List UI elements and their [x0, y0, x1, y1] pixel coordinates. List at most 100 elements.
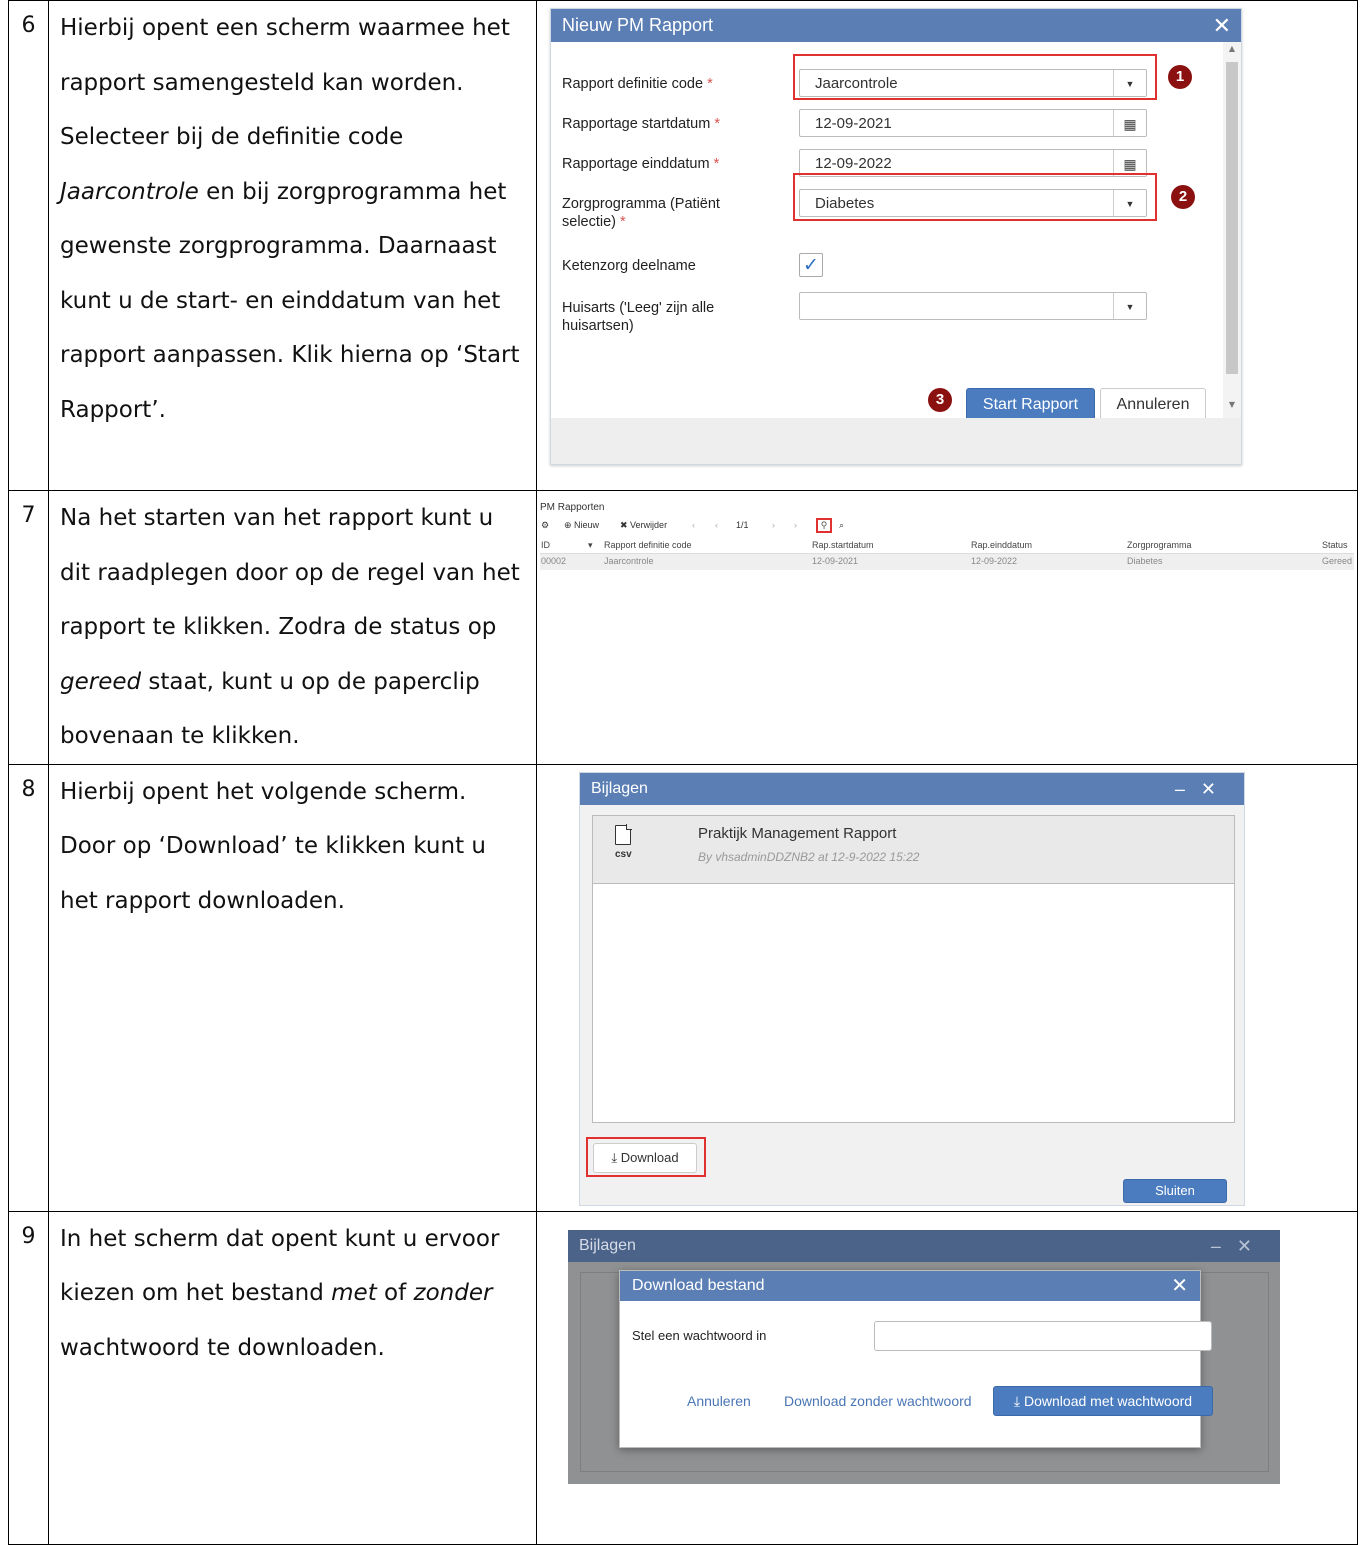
close-icon[interactable]: ✕: [1213, 9, 1231, 42]
download-overlay: Bijlagen –✕ Download bestand ✕ Stel een …: [568, 1229, 1280, 1484]
step-screenshot: Bijlagen –✕ csv Praktijk Management Rapp…: [536, 763, 1358, 1212]
chain-care-checkbox[interactable]: ✓: [799, 253, 823, 277]
calendar-icon[interactable]: ▦: [1113, 110, 1146, 136]
step-number: 6: [8, 0, 49, 491]
start-date-field[interactable]: 12-09-2021 ▦: [799, 109, 1147, 137]
instruction-table: 6 Hierbij opent een scherm waarmee het r…: [8, 0, 1358, 1545]
table-cell: Gereed: [1322, 556, 1353, 566]
cancel-link[interactable]: Annuleren: [687, 1393, 751, 1409]
scrollbar[interactable]: ▲ ▼: [1223, 42, 1241, 418]
step-number: 8: [8, 763, 49, 1212]
column-header[interactable]: Rap.einddatum: [971, 540, 1032, 550]
scroll-down-icon[interactable]: ▼: [1223, 400, 1241, 409]
download-without-password-link[interactable]: Download zonder wachtwoord: [784, 1393, 972, 1409]
table-cell: 12-09-2022: [971, 556, 1018, 566]
step-text-part: Na het starten van het rapport kunt u di…: [60, 505, 520, 640]
attachments-dialog: Bijlagen –✕ csv Praktijk Management Rapp…: [579, 771, 1245, 1206]
close-icon: ✕: [1236, 1235, 1268, 1256]
dialog-title: Download bestand: [632, 1276, 765, 1294]
password-label: Stel een wachtwoord in: [632, 1327, 767, 1343]
step-row-8: 8 Hierbij opent het volgende scherm. Doo…: [8, 763, 1358, 1212]
background-titlebar: Bijlagen –✕: [568, 1229, 1280, 1262]
new-label: Nieuw: [574, 520, 600, 530]
step-text: In het scherm dat opent kunt u ervoor ki…: [48, 1210, 537, 1545]
window-controls: –✕: [1175, 773, 1232, 805]
table-cell: 00002: [541, 556, 567, 566]
step-marker: 1: [1168, 65, 1192, 89]
delete-button[interactable]: ✖ Verwijder: [620, 520, 667, 531]
table-cell: Diabetes: [1127, 556, 1163, 566]
highlight-box: [586, 1136, 706, 1177]
download-with-password-label: Download met wachtwoord: [1024, 1392, 1193, 1409]
step-screenshot: Bijlagen –✕ Download bestand ✕ Stel een …: [536, 1210, 1358, 1545]
last-page-icon[interactable]: ›: [794, 520, 797, 530]
highlight-box: [793, 54, 1157, 100]
scrollbar-thumb[interactable]: [1226, 62, 1238, 374]
column-header[interactable]: Zorgprogramma: [1127, 540, 1192, 550]
scroll-up-icon[interactable]: ▲: [1223, 44, 1241, 53]
close-icon[interactable]: ✕: [1171, 1271, 1188, 1301]
minimize-icon: –: [1210, 1235, 1237, 1256]
step-row-7: 7 Na het starten van het rapport kunt u …: [8, 490, 1358, 765]
step-row-6: 6 Hierbij opent een scherm waarmee het r…: [8, 0, 1358, 491]
chevron-down-icon[interactable]: ▼: [1113, 293, 1146, 319]
table-row[interactable]: 00002 Jaarcontrole 12-09-2021 12-09-2022…: [540, 554, 1354, 570]
column-header[interactable]: Status: [1322, 540, 1348, 550]
dialog-titlebar: Download bestand ✕: [620, 1270, 1200, 1301]
step-number: 9: [8, 1210, 49, 1545]
refresh-icon[interactable]: ⚙: [541, 520, 549, 531]
new-pm-report-dialog: Nieuw PM Rapport ✕ Rapport definitie cod…: [550, 8, 1242, 465]
definition-code-label: Rapport definitie code *: [562, 76, 713, 92]
cancel-button[interactable]: Annuleren: [1100, 388, 1206, 422]
step-text: Hierbij opent het volgende scherm. Door …: [48, 763, 537, 1212]
file-icon: [615, 824, 632, 845]
previous-page-icon[interactable]: ‹: [715, 520, 718, 530]
dialog-title: Bijlagen: [591, 779, 648, 797]
column-header[interactable]: Rapport definitie code: [604, 540, 692, 550]
dialog-body: Rapport definitie code * Jaarcontrole ▼ R…: [551, 42, 1241, 432]
step-text-part: Hierbij opent een scherm waarmee het rap…: [60, 15, 510, 150]
start-date-label: Rapportage startdatum *: [562, 116, 720, 132]
first-page-icon[interactable]: ‹: [692, 520, 695, 530]
dialog-title: Nieuw PM Rapport: [562, 15, 714, 35]
attachment-item[interactable]: csv Praktijk Management Rapport By vhsad…: [593, 815, 1234, 884]
end-date-label: Rapportage einddatum *: [562, 156, 720, 172]
attachment-title: Praktijk Management Rapport: [698, 824, 897, 842]
minimize-icon[interactable]: –: [1175, 779, 1201, 799]
column-header[interactable]: ID: [541, 540, 550, 550]
attachments-list: csv Praktijk Management Rapport By vhsad…: [592, 814, 1235, 1123]
password-input[interactable]: [874, 1320, 1212, 1351]
start-report-button[interactable]: Start Rapport: [966, 388, 1095, 422]
new-button[interactable]: ⊕ Nieuw: [564, 520, 599, 531]
sort-icon[interactable]: ▾: [588, 540, 593, 551]
download-with-password-button[interactable]: ⤓ Download met wachtwoord: [993, 1385, 1213, 1416]
window-controls: –✕: [1211, 1230, 1268, 1262]
download-file-dialog: Download bestand ✕ Stel een wachtwoord i…: [619, 1269, 1213, 1448]
file-type-label: csv: [615, 848, 632, 860]
search-icon[interactable]: ⌕: [839, 520, 844, 531]
care-program-label: Zorgprogramma (Patiënt selectie) *: [562, 196, 720, 230]
step-text-emphasis: Jaarcontrole: [60, 178, 199, 205]
step-text: Na het starten van het rapport kunt u di…: [48, 490, 537, 765]
download-icon: ⤓: [1013, 1392, 1021, 1409]
table-cell: Jaarcontrole: [604, 556, 654, 566]
gp-label: Huisarts ('Leeg' zijn alle huisartsen): [562, 300, 715, 334]
table-header: ID ▾ Rapport definitie code Rap.startdat…: [540, 538, 1354, 554]
step-marker: 3: [928, 388, 952, 412]
step-text: Hierbij opent een scherm waarmee het rap…: [48, 0, 537, 491]
column-header[interactable]: Rap.startdatum: [812, 540, 874, 550]
dialog-titlebar: Nieuw PM Rapport ✕: [551, 9, 1241, 42]
table-cell: 12-09-2021: [812, 556, 859, 566]
list-title: PM Rapporten: [540, 502, 605, 513]
step-screenshot: PM Rapporten ⚙ ⊕ Nieuw ✖ Verwijder ‹ ‹ 1…: [536, 490, 1358, 765]
close-button[interactable]: Sluiten: [1123, 1178, 1227, 1203]
next-page-icon[interactable]: ›: [772, 520, 775, 530]
paperclip-icon[interactable]: ⚲: [816, 518, 832, 533]
delete-label: Verwijder: [630, 520, 668, 530]
background-title: Bijlagen: [579, 1236, 636, 1254]
step-text-part: en bij zorgprogramma het gewenste zorgpr…: [60, 178, 520, 423]
step-screenshot: Nieuw PM Rapport ✕ Rapport definitie cod…: [536, 0, 1358, 491]
dialog-titlebar: Bijlagen –✕: [580, 772, 1244, 805]
gp-select[interactable]: ▼: [799, 292, 1147, 320]
close-icon[interactable]: ✕: [1201, 779, 1232, 799]
